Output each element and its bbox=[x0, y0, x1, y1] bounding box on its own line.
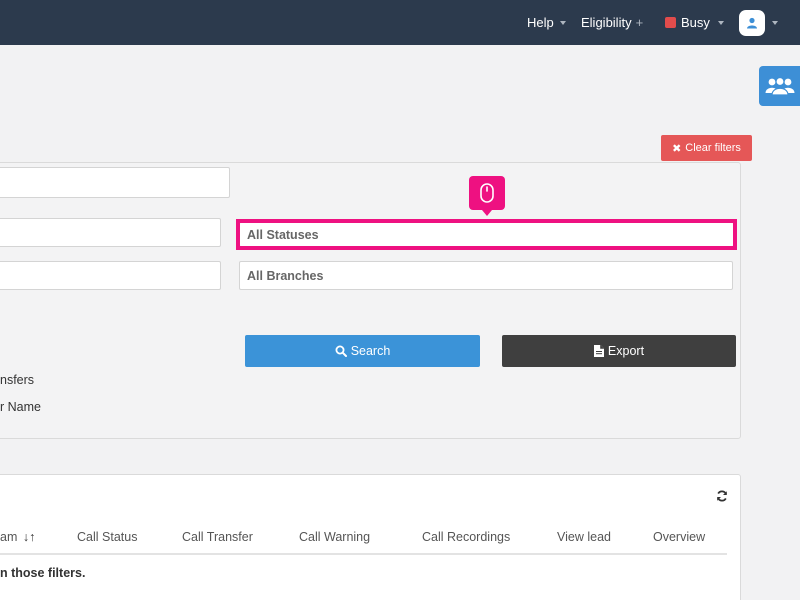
refresh-button[interactable] bbox=[716, 489, 728, 507]
close-icon: ✖ bbox=[672, 142, 682, 155]
export-label: Export bbox=[607, 344, 645, 358]
file-icon bbox=[593, 345, 604, 357]
search-label: Search bbox=[350, 344, 391, 358]
users-icon bbox=[765, 76, 794, 96]
text-filter-input[interactable] bbox=[0, 167, 230, 198]
click-hint-tooltip bbox=[469, 176, 505, 216]
column-header-call-warning[interactable]: Call Warning bbox=[299, 530, 370, 544]
option-name-label[interactable]: r Name bbox=[0, 400, 41, 414]
column-header-am[interactable]: am ↓↑ bbox=[0, 530, 35, 544]
column-header-call-recordings[interactable]: Call Recordings bbox=[422, 530, 510, 544]
filter-panel bbox=[0, 162, 741, 439]
chevron-down-icon bbox=[717, 21, 724, 25]
team-panel-button[interactable] bbox=[759, 66, 800, 106]
mouse-icon bbox=[480, 183, 494, 203]
table-header-divider bbox=[0, 553, 727, 555]
help-menu[interactable]: Help bbox=[527, 0, 566, 45]
refresh-icon bbox=[717, 490, 727, 502]
branch-select-value: All Branches bbox=[247, 268, 324, 283]
plus-icon: + bbox=[635, 15, 644, 30]
filter-select-left-2[interactable] bbox=[0, 261, 221, 290]
help-label: Help bbox=[527, 15, 554, 30]
eligibility-label: Eligibility bbox=[581, 15, 632, 30]
option-transfers-label[interactable]: nsfers bbox=[0, 373, 34, 387]
clear-filters-button[interactable]: ✖ Clear filters bbox=[661, 135, 752, 161]
branch-select[interactable]: All Branches bbox=[239, 261, 733, 290]
status-label: Busy bbox=[681, 15, 710, 30]
busy-status-icon bbox=[665, 17, 676, 28]
avatar bbox=[739, 9, 765, 36]
status-menu[interactable]: Busy bbox=[665, 0, 724, 45]
status-select-highlight bbox=[236, 219, 737, 250]
eligibility-menu[interactable]: Eligibility + bbox=[581, 0, 643, 45]
export-button[interactable]: Export bbox=[502, 335, 736, 367]
search-button[interactable]: Search bbox=[245, 335, 480, 367]
empty-results-message: n those filters. bbox=[0, 566, 86, 580]
top-navbar: Help Eligibility + Busy bbox=[0, 0, 800, 45]
sort-icon: ↓↑ bbox=[22, 530, 36, 544]
user-menu[interactable] bbox=[739, 0, 778, 45]
column-header-label: am bbox=[0, 530, 18, 544]
user-icon bbox=[747, 17, 757, 28]
filter-select-left-1[interactable] bbox=[0, 218, 221, 247]
search-icon bbox=[335, 345, 347, 357]
column-header-view-lead[interactable]: View lead bbox=[557, 530, 611, 544]
clear-filters-label: Clear filters bbox=[685, 142, 741, 154]
chevron-down-icon bbox=[559, 21, 566, 25]
chevron-down-icon bbox=[772, 21, 778, 25]
column-header-call-status[interactable]: Call Status bbox=[77, 530, 137, 544]
column-header-call-transfer[interactable]: Call Transfer bbox=[182, 530, 253, 544]
column-header-overview[interactable]: Overview bbox=[653, 530, 705, 544]
